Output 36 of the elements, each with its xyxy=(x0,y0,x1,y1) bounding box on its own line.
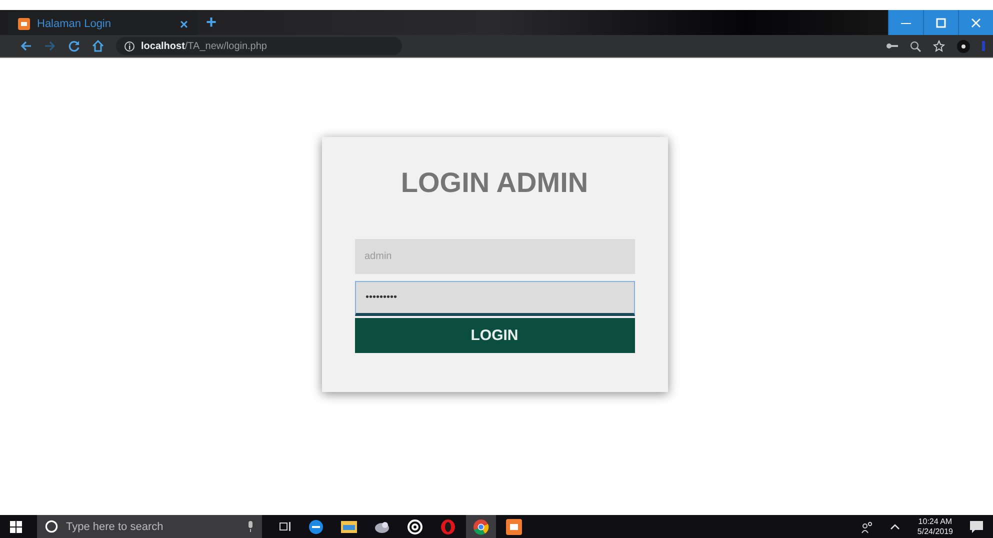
chrome-taskbar-button[interactable] xyxy=(466,515,496,538)
close-icon xyxy=(971,18,981,28)
task-view-icon[interactable] xyxy=(279,521,291,532)
search-placeholder: Type here to search xyxy=(66,520,164,532)
url-text: localhost/TA_new/login.php xyxy=(141,40,267,52)
people-icon[interactable] xyxy=(861,520,874,532)
info-icon xyxy=(124,40,135,52)
app-logo-icon xyxy=(18,18,30,30)
tab-title: Halaman Login xyxy=(37,18,112,30)
login-title: LOGIN ADMIN xyxy=(400,167,588,199)
restore-button[interactable] xyxy=(923,10,958,35)
zoom-icon[interactable] xyxy=(910,40,921,52)
notification-icon[interactable] xyxy=(970,520,983,532)
clock-date: 5/24/2019 xyxy=(917,526,953,536)
clock-time: 10:24 AM xyxy=(918,516,952,526)
windows-start-icon[interactable] xyxy=(10,520,22,532)
reload-icon[interactable] xyxy=(68,40,80,52)
password-field[interactable]: ••••••••• xyxy=(354,281,634,316)
address-bar[interactable]: localhost/TA_new/login.php xyxy=(116,37,402,55)
new-tab-button[interactable]: + xyxy=(198,12,225,33)
close-button[interactable] xyxy=(958,10,993,35)
microphone-icon[interactable] xyxy=(247,521,254,532)
restore-icon xyxy=(936,18,946,28)
avatar-icon[interactable] xyxy=(957,40,970,52)
search-icon xyxy=(45,520,58,533)
back-icon[interactable] xyxy=(20,40,32,52)
username-field[interactable]: admin xyxy=(354,239,634,274)
folder-icon[interactable] xyxy=(341,520,357,533)
star-icon[interactable] xyxy=(933,40,945,52)
login-button[interactable]: LOGIN xyxy=(354,318,634,353)
key-icon[interactable] xyxy=(886,42,898,50)
clock[interactable]: 10:24 AM 5/24/2019 xyxy=(917,516,953,536)
close-tab-button[interactable]: × xyxy=(180,16,188,32)
chevron-up-icon[interactable] xyxy=(890,524,900,530)
home-icon[interactable] xyxy=(92,40,104,52)
taskbar-search-field[interactable]: Type here to search xyxy=(37,515,262,538)
